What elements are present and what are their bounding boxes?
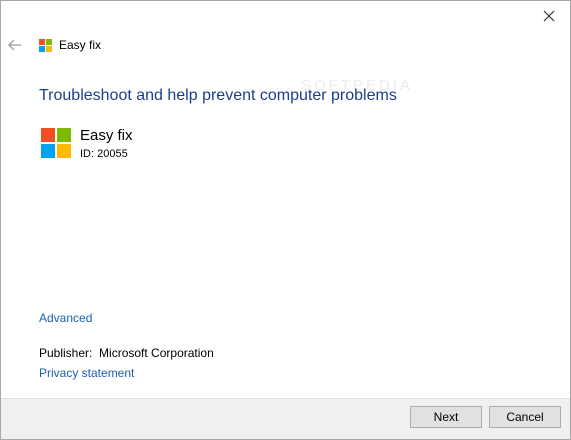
title-bar: Easy fix xyxy=(1,29,570,61)
dialog-window: Easy fix SOFTPEDIA Troubleshoot and help… xyxy=(0,0,571,440)
advanced-link[interactable]: Advanced xyxy=(39,311,92,325)
next-button[interactable]: Next xyxy=(410,406,482,428)
footer-bar: Next Cancel xyxy=(1,398,570,439)
page-heading: Troubleshoot and help prevent computer p… xyxy=(39,87,397,104)
publisher-value: Microsoft Corporation xyxy=(99,346,214,360)
back-arrow-icon xyxy=(8,39,21,51)
windows-logo-icon xyxy=(39,39,52,52)
app-name: Easy fix xyxy=(80,127,133,144)
app-id: ID: 20055 xyxy=(80,148,128,160)
cancel-button[interactable]: Cancel xyxy=(489,406,561,428)
window-title: Easy fix xyxy=(59,38,102,52)
publisher-label: Publisher: xyxy=(39,346,93,360)
close-button[interactable] xyxy=(534,3,564,29)
app-logo-icon xyxy=(41,128,71,158)
privacy-statement-link[interactable]: Privacy statement xyxy=(39,366,134,380)
back-button[interactable] xyxy=(7,37,23,53)
publisher-line: Publisher: Microsoft Corporation xyxy=(39,346,214,360)
close-icon xyxy=(543,10,555,22)
